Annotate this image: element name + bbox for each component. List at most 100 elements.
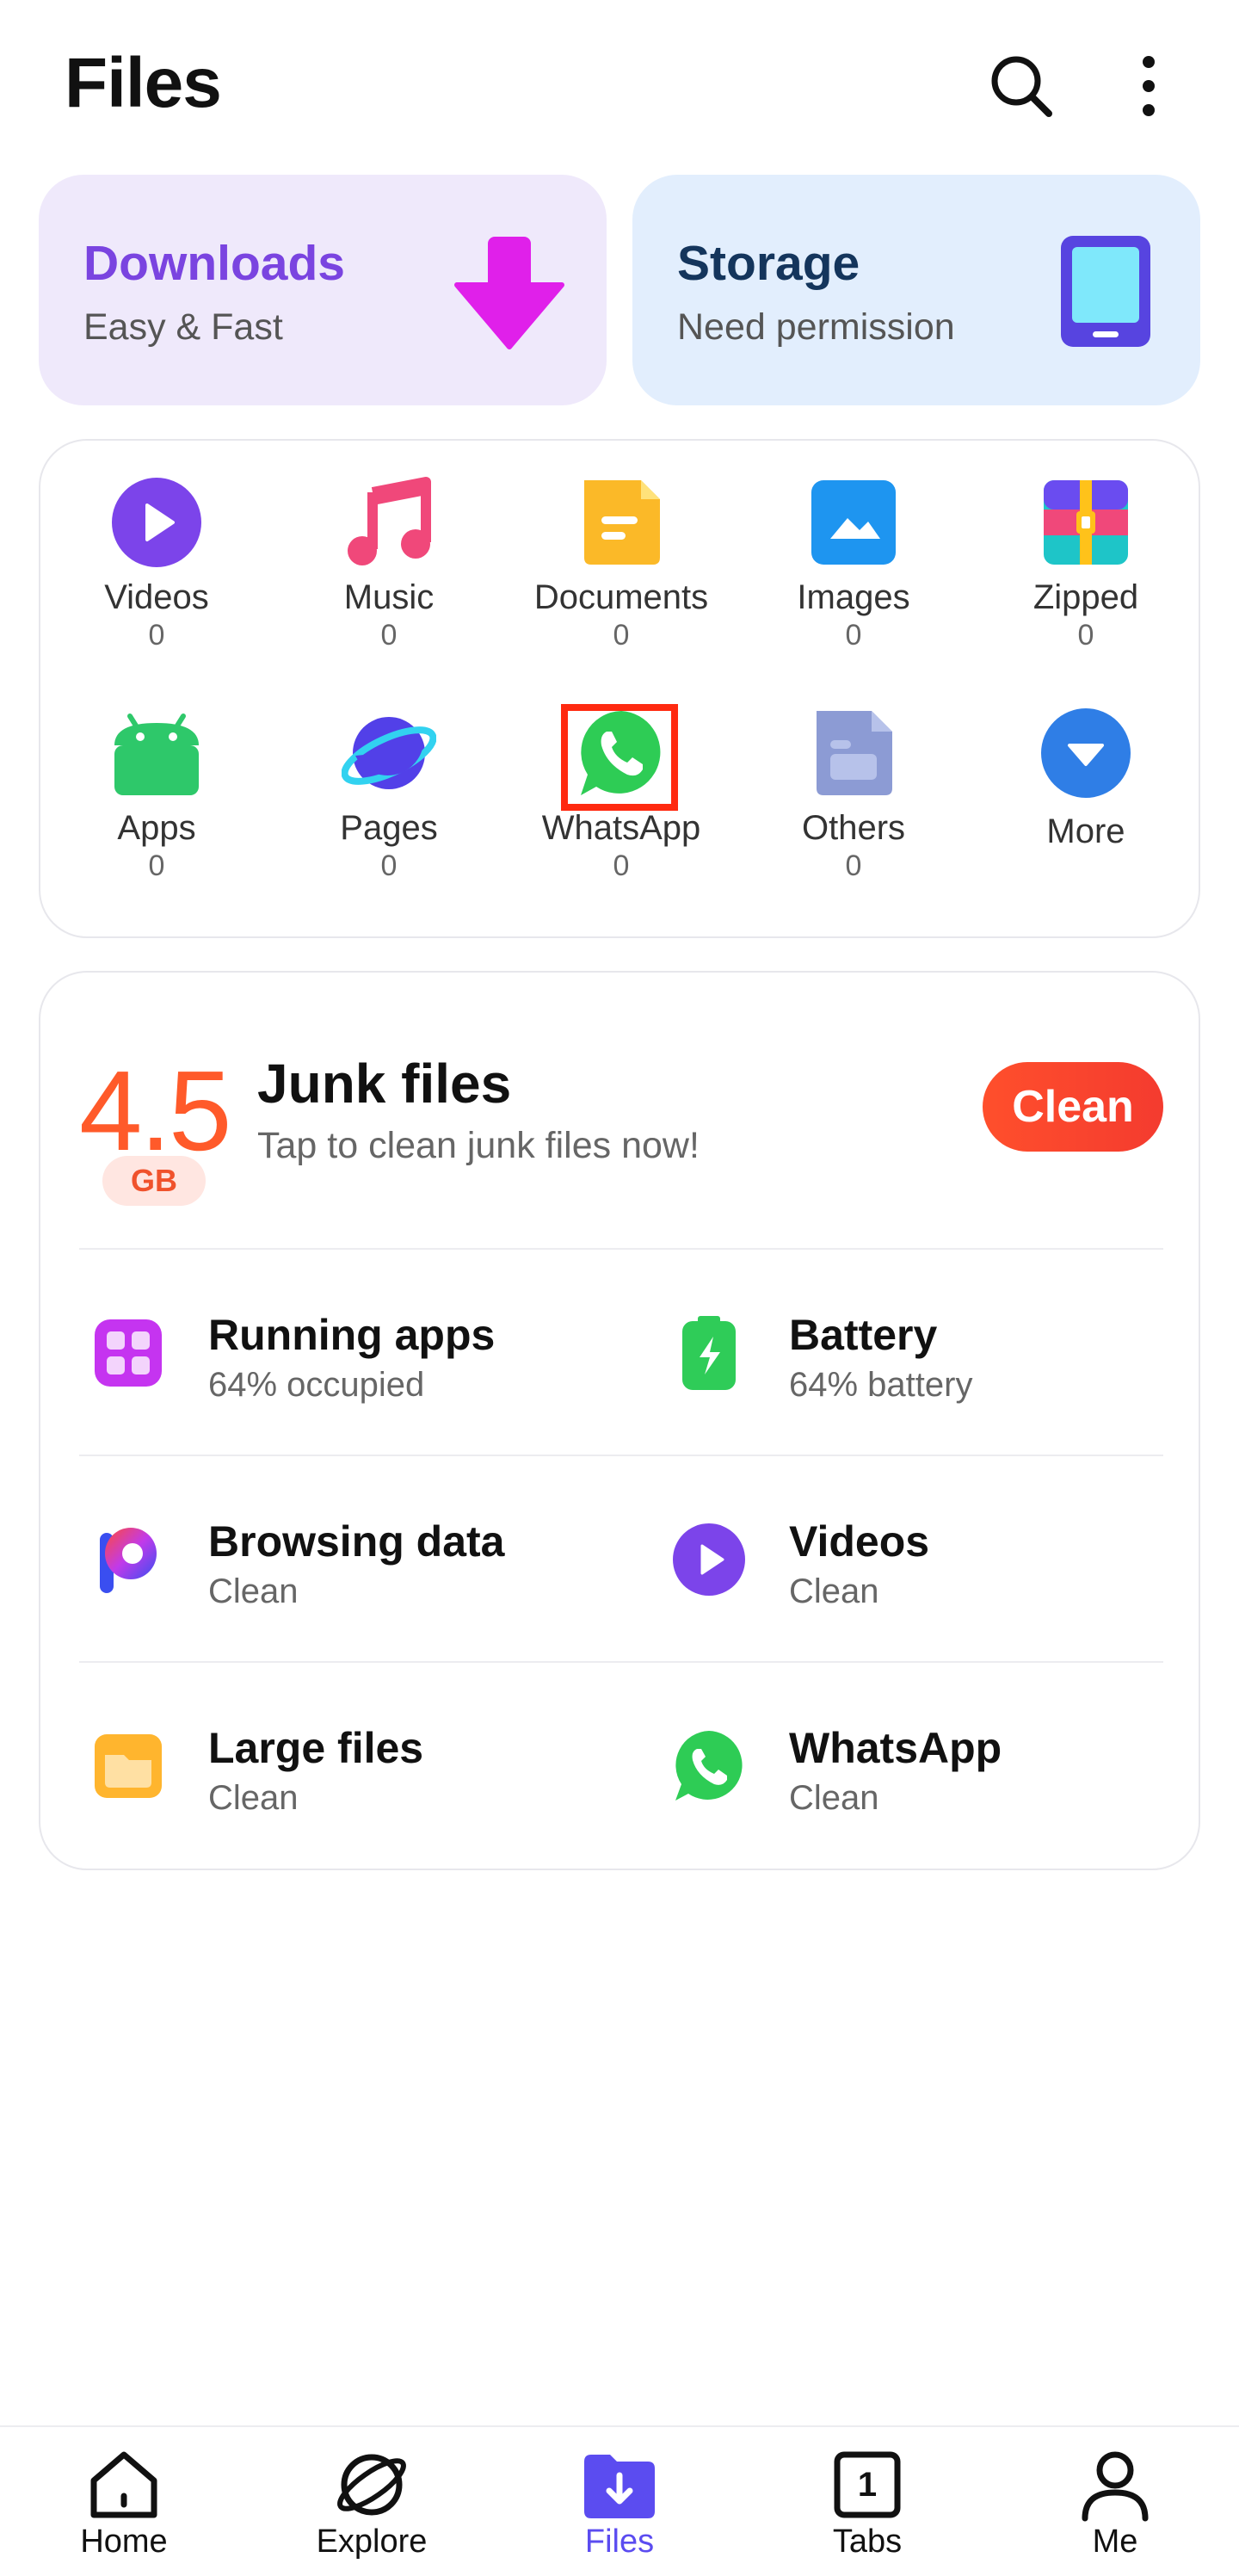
category-count: 0 (1077, 619, 1094, 652)
item-running-apps[interactable]: Running apps 64% occupied (79, 1284, 595, 1422)
category-documents[interactable]: Documents 0 (505, 475, 737, 652)
category-zipped[interactable]: Zipped 0 (970, 475, 1202, 652)
bottom-navigation: Home Explore Files 1 Tabs Me (0, 2425, 1239, 2576)
divider (79, 1248, 1163, 1250)
item-subtitle: Clean (208, 1779, 299, 1817)
music-note-icon (348, 477, 431, 565)
item-title: Browsing data (208, 1517, 505, 1566)
profile-icon (1082, 2451, 1149, 2522)
category-apps[interactable]: Apps 0 (40, 706, 273, 883)
storage-card[interactable]: Storage Need permission (632, 175, 1200, 405)
category-music[interactable]: Music 0 (273, 475, 505, 652)
nav-label: Home (80, 2523, 168, 2560)
category-count: 0 (380, 619, 398, 652)
item-whatsapp[interactable]: WhatsApp Clean (660, 1697, 1176, 1835)
android-icon (114, 713, 199, 795)
item-videos[interactable]: Videos Clean (660, 1491, 1176, 1628)
category-label: Pages (340, 809, 438, 847)
search-icon (991, 56, 1052, 117)
category-label: Videos (104, 578, 209, 616)
highlight-box (561, 704, 678, 811)
nav-label: Explore (316, 2523, 428, 2560)
item-subtitle: Clean (789, 1572, 879, 1610)
downloads-subtitle: Easy & Fast (83, 306, 283, 348)
item-browsing-data[interactable]: Browsing data Clean (79, 1491, 595, 1628)
downloads-card[interactable]: Downloads Easy & Fast (39, 175, 607, 405)
category-count: 0 (613, 619, 630, 652)
divider (79, 1455, 1163, 1456)
zip-archive-icon (1044, 480, 1128, 565)
item-title: Videos (789, 1517, 930, 1566)
category-more[interactable]: More (970, 706, 1202, 851)
nav-label: Tabs (832, 2523, 903, 2560)
category-label: Apps (117, 809, 196, 847)
divider (79, 1661, 1163, 1663)
item-subtitle: 64% battery (789, 1366, 973, 1404)
item-battery[interactable]: Battery 64% battery (660, 1284, 1176, 1422)
running-apps-icon (95, 1319, 162, 1387)
battery-icon (682, 1316, 736, 1390)
nav-label: Me (1092, 2523, 1138, 2560)
storage-title: Storage (677, 236, 860, 291)
folder-icon (95, 1734, 162, 1798)
item-subtitle: 64% occupied (208, 1366, 425, 1404)
downloads-title: Downloads (83, 236, 346, 291)
category-panel: Videos 0 Music 0 Documents 0 Images 0 Zi… (39, 439, 1200, 938)
home-icon (90, 2451, 157, 2518)
category-images[interactable]: Images 0 (737, 475, 970, 652)
nav-files[interactable]: Files (496, 2427, 743, 2576)
more-vertical-icon (1143, 56, 1155, 116)
item-title: Running apps (208, 1311, 496, 1359)
item-large-files[interactable]: Large files Clean (79, 1697, 595, 1835)
junk-unit-badge: GB (102, 1156, 206, 1206)
category-count: 0 (845, 619, 862, 652)
video-play-icon (673, 1523, 745, 1596)
junk-title: Junk files (257, 1053, 512, 1115)
nav-label: Files (584, 2523, 655, 2560)
more-options-button[interactable] (1110, 47, 1187, 125)
planet-icon (341, 717, 437, 789)
download-arrow-icon (454, 237, 564, 349)
phone-storage-icon (1061, 236, 1150, 347)
tabs-count-badge: 1 (857, 2466, 878, 2504)
whatsapp-icon (675, 1731, 743, 1801)
category-count: 0 (148, 619, 165, 652)
video-play-icon (112, 478, 201, 567)
junk-cleaner-panel: 4.5 GB Junk files Tap to clean junk file… (39, 971, 1200, 1870)
category-count: 0 (845, 849, 862, 882)
category-label: WhatsApp (541, 809, 701, 847)
nav-tabs[interactable]: 1 Tabs (743, 2427, 991, 2576)
category-count: 0 (148, 849, 165, 882)
search-button[interactable] (983, 47, 1060, 125)
category-label: Zipped (1032, 578, 1139, 616)
category-pages[interactable]: Pages 0 (273, 706, 505, 883)
category-label: Documents (533, 578, 709, 616)
nav-home[interactable]: Home (0, 2427, 248, 2576)
browser-logo-icon (100, 1528, 157, 1593)
category-label: Music (343, 578, 435, 616)
category-label: More (1046, 812, 1125, 850)
clean-button[interactable]: Clean (983, 1062, 1163, 1152)
item-title: Large files (208, 1724, 424, 1772)
explore-planet-icon (337, 2454, 406, 2516)
storage-subtitle: Need permission (677, 306, 955, 348)
category-label: Others (801, 809, 906, 847)
category-videos[interactable]: Videos 0 (40, 475, 273, 652)
category-count: 0 (380, 849, 398, 882)
item-title: WhatsApp (789, 1724, 1002, 1772)
page-title: Files (65, 44, 222, 122)
top-bar: Files (0, 0, 1239, 172)
junk-subtitle: Tap to clean junk files now! (257, 1125, 700, 1166)
item-subtitle: Clean (208, 1572, 299, 1610)
other-files-icon (817, 711, 892, 795)
files-download-folder-icon (584, 2455, 655, 2518)
category-count: 0 (613, 849, 630, 882)
nav-me[interactable]: Me (991, 2427, 1239, 2576)
chevron-down-icon (1041, 708, 1131, 798)
item-title: Battery (789, 1311, 938, 1359)
image-icon (811, 480, 896, 565)
category-label: Images (797, 578, 910, 616)
category-others[interactable]: Others 0 (737, 706, 970, 883)
document-icon (584, 480, 660, 565)
nav-explore[interactable]: Explore (248, 2427, 496, 2576)
